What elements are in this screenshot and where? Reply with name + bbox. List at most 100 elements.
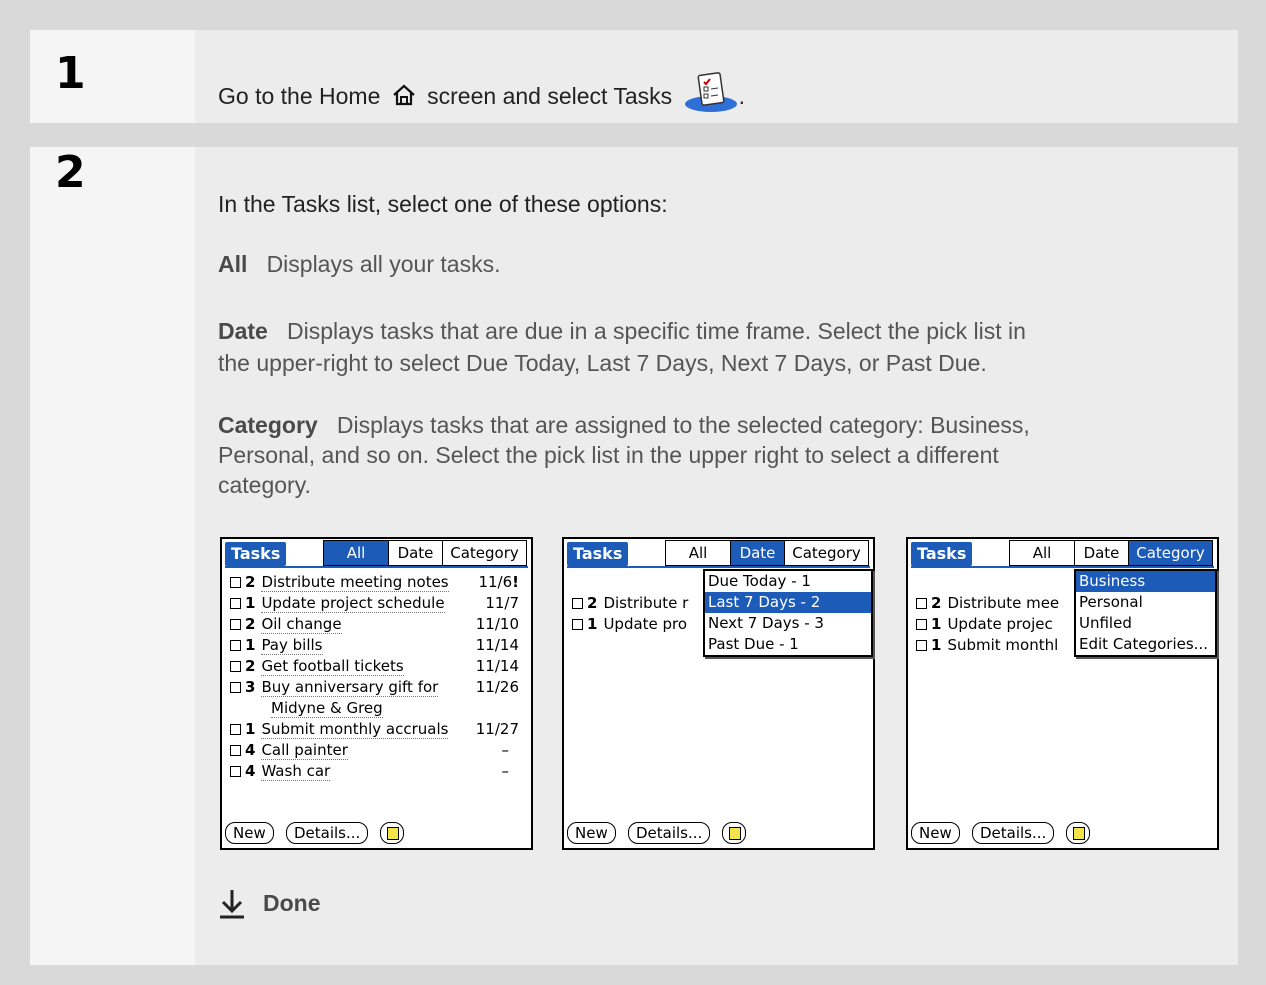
task-checkbox[interactable]	[230, 619, 241, 630]
task-row[interactable]: 1 Submit monthly accruals 11/27	[230, 719, 525, 740]
task-row[interactable]: 2 Distribute mee	[916, 593, 1059, 614]
task-priority: 2	[931, 594, 942, 612]
task-due: 11/14	[475, 636, 519, 654]
option-all-label: All	[218, 251, 248, 277]
tab-category[interactable]: Category	[1128, 541, 1212, 565]
picklist-item-last-7-days[interactable]: Last 7 Days - 2	[705, 592, 871, 613]
task-row[interactable]: 2 Oil change 11/10	[230, 614, 525, 635]
title-underline	[567, 566, 870, 568]
task-checkbox[interactable]	[230, 598, 241, 609]
task-checkbox[interactable]	[572, 619, 583, 630]
step-1-body: Go to the Home screen and select Tasks .	[195, 30, 1238, 123]
task-due: –	[501, 762, 510, 780]
picklist-item-unfiled[interactable]: Unfiled	[1076, 613, 1215, 634]
task-title[interactable]: Distribute r	[603, 594, 688, 612]
tab-date[interactable]: Date	[1074, 541, 1128, 565]
tab-all[interactable]: All	[324, 541, 388, 565]
picklist-item-business[interactable]: Business	[1076, 571, 1215, 592]
details-button[interactable]: Details...	[972, 822, 1055, 844]
tab-date[interactable]: Date	[730, 541, 784, 565]
tab-category[interactable]: Category	[784, 541, 868, 565]
task-due: 11/14	[475, 657, 519, 675]
note-icon[interactable]	[1066, 822, 1090, 844]
task-row[interactable]: 2 Get football tickets 11/14	[230, 656, 525, 677]
option-category-desc-2: Personal, and so on. Select the pick lis…	[218, 442, 999, 468]
picklist-item-past-due[interactable]: Past Due - 1	[705, 634, 871, 655]
picklist-item-due-today[interactable]: Due Today - 1	[705, 571, 871, 592]
tab-all[interactable]: All	[666, 541, 730, 565]
details-button[interactable]: Details...	[286, 822, 369, 844]
task-due: –	[501, 741, 510, 759]
task-checkbox[interactable]	[916, 619, 927, 630]
new-button[interactable]: New	[911, 822, 960, 844]
task-row[interactable]: 2 Distribute r	[572, 593, 688, 614]
task-row[interactable]: 1 Submit monthl	[916, 635, 1058, 656]
task-title[interactable]: Submit monthl	[947, 636, 1058, 654]
task-checkbox[interactable]	[230, 577, 241, 588]
step-1-number-cell: 1	[30, 30, 195, 123]
option-category-label: Category	[218, 412, 318, 438]
screen-title: Tasks	[911, 542, 973, 566]
task-title[interactable]: Distribute mee	[947, 594, 1059, 612]
option-date: Date Displays tasks that are due in a sp…	[218, 316, 1026, 378]
task-row[interactable]: 3 Buy anniversary gift for 11/26	[230, 677, 525, 698]
task-title[interactable]: Buy anniversary gift for	[261, 679, 439, 697]
new-button[interactable]: New	[567, 822, 616, 844]
task-priority: 1	[931, 636, 942, 654]
option-all-desc: Displays all your tasks.	[266, 251, 501, 277]
view-tabs: All Date Category	[665, 540, 869, 566]
task-title[interactable]: Distribute meeting notes	[261, 574, 449, 592]
home-icon	[393, 84, 415, 106]
details-button[interactable]: Details...	[628, 822, 711, 844]
task-priority: 2	[245, 615, 256, 633]
picklist-item-next-7-days[interactable]: Next 7 Days - 3	[705, 613, 871, 634]
done-label: Done	[263, 890, 321, 916]
task-checkbox[interactable]	[916, 640, 927, 651]
task-row[interactable]: 2 Distribute meeting notes 11/6!	[230, 572, 525, 593]
task-checkbox[interactable]	[230, 745, 241, 756]
task-checkbox[interactable]	[230, 640, 241, 651]
task-title[interactable]: Oil change	[261, 616, 342, 634]
task-row[interactable]: 1 Update projec	[916, 614, 1053, 635]
picklist-item-edit-categories[interactable]: Edit Categories...	[1076, 634, 1215, 655]
option-date-label: Date	[218, 318, 268, 344]
tab-category[interactable]: Category	[442, 541, 526, 565]
task-title[interactable]: Pay bills	[261, 637, 323, 655]
new-button[interactable]: New	[225, 822, 274, 844]
task-row[interactable]: 1 Update pro	[572, 614, 687, 635]
option-date-desc-2: the upper-right to select Due Today, Las…	[218, 350, 987, 376]
down-arrow-icon	[220, 890, 244, 919]
task-checkbox[interactable]	[230, 766, 241, 777]
tasks-screen-all: Tasks All Date Category 2 Distribute meet…	[220, 537, 533, 850]
step-1-text-middle: screen and select Tasks	[427, 83, 673, 109]
task-row[interactable]: 4 Call painter –	[230, 740, 525, 761]
picklist-item-personal[interactable]: Personal	[1076, 592, 1215, 613]
task-title[interactable]: Update project schedule	[261, 595, 445, 613]
task-priority: 2	[245, 657, 256, 675]
note-icon[interactable]	[722, 822, 746, 844]
task-checkbox[interactable]	[230, 661, 241, 672]
task-title[interactable]: Call painter	[261, 742, 348, 760]
task-checkbox[interactable]	[230, 724, 241, 735]
task-title[interactable]: Update projec	[947, 615, 1052, 633]
task-title[interactable]: Submit monthly accruals	[261, 721, 449, 739]
task-title[interactable]: Update pro	[603, 615, 687, 633]
option-date-desc: Displays tasks that are due in a specifi…	[287, 318, 1026, 344]
task-priority: 4	[245, 741, 256, 759]
title-underline	[225, 566, 528, 568]
task-row[interactable]: 1 Pay bills 11/14	[230, 635, 525, 656]
task-row[interactable]: 4 Wash car –	[230, 761, 525, 782]
task-checkbox[interactable]	[572, 598, 583, 609]
task-row[interactable]: 1 Update project schedule 11/7	[230, 593, 525, 614]
task-title[interactable]: Get football tickets	[261, 658, 404, 676]
task-checkbox[interactable]	[916, 598, 927, 609]
task-title[interactable]: Wash car	[261, 763, 331, 781]
date-picklist-popup: Due Today - 1 Last 7 Days - 2 Next 7 Day…	[703, 569, 873, 657]
category-picklist-popup: Business Personal Unfiled Edit Categorie…	[1074, 569, 1217, 657]
tab-all[interactable]: All	[1010, 541, 1074, 565]
note-icon[interactable]	[380, 822, 404, 844]
tab-date[interactable]: Date	[388, 541, 442, 565]
option-category-desc-3: category.	[218, 472, 311, 498]
task-checkbox[interactable]	[230, 682, 241, 693]
step-2-intro: In the Tasks list, select one of these o…	[218, 191, 668, 217]
